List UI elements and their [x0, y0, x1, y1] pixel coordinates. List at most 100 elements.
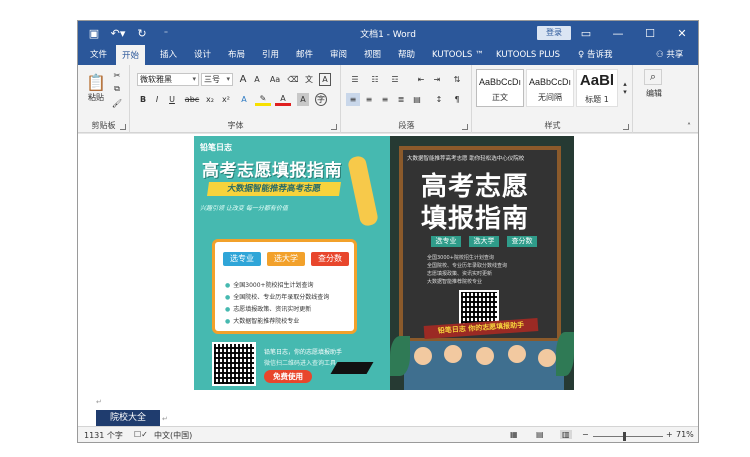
font-launcher-icon[interactable] [331, 124, 337, 130]
editing-group: ⌕ 编辑 [634, 65, 674, 133]
clear-format-icon[interactable]: ⌫ [287, 73, 299, 86]
align-left-icon[interactable]: ≡ [346, 93, 360, 106]
share-button[interactable]: ⚇ 共享 [650, 45, 689, 65]
tab-design[interactable]: 设计 [188, 45, 217, 65]
bold-button[interactable]: B [137, 93, 149, 106]
minimize-icon[interactable]: — [602, 21, 634, 45]
tab-home[interactable]: 开始 [116, 45, 146, 65]
strikethrough-button[interactable]: abc [183, 93, 201, 106]
grow-font-button[interactable]: A [237, 73, 249, 86]
word-count[interactable]: 1131 个字 [84, 430, 123, 441]
editing-button[interactable]: 编辑 [640, 87, 668, 99]
underline-button[interactable]: U [165, 93, 179, 106]
decrease-indent-icon[interactable]: ⇤ [414, 73, 428, 86]
subscript-button[interactable]: x₂ [203, 93, 217, 106]
copy-icon[interactable]: ⧉ [110, 83, 124, 95]
italic-button[interactable]: I [151, 93, 163, 106]
doc-tag-box[interactable]: 院校大全 [96, 410, 160, 426]
proofing-icon[interactable]: ☐✓ [134, 430, 148, 439]
text-effects-icon[interactable]: A [237, 93, 251, 106]
format-painter-icon[interactable]: 🖌 [110, 97, 124, 109]
zoom-out-icon[interactable]: − [582, 430, 589, 439]
status-bar: 1131 个字 ☐✓ 中文(中国) ▦ ▤ ▥ − + 71% [78, 426, 698, 442]
clipboard-icon: 📋 [86, 73, 106, 92]
poster-image[interactable]: 铅笔日志 高考志愿填报指南 大数据智能推荐高考志愿 兴趣引领 让改变 每一分都有… [194, 136, 574, 390]
font-color-icon[interactable]: A [275, 93, 291, 106]
align-center-icon[interactable]: ≡ [362, 93, 376, 106]
word-window: ▣ ↶▾ ↻ ⁼ 文档1 - Word 登录 ▭ — ☐ ✕ 文件 开始 插入 … [77, 20, 699, 443]
web-layout-icon[interactable]: ▥ [560, 430, 572, 439]
justify-icon[interactable]: ≣ [394, 93, 408, 106]
read-mode-icon[interactable]: ▦ [510, 430, 518, 439]
paragraph-launcher-icon[interactable] [462, 124, 468, 130]
styles-scroll-icon[interactable]: ▴ ▾ [620, 69, 630, 107]
poster-handwriting: 兴趣引领 让改变 每一分都有价值 [200, 205, 288, 212]
ribbon-display-options-icon[interactable]: ▭ [570, 21, 602, 45]
multilevel-list-icon[interactable]: ☲ [386, 73, 404, 86]
font-name-dropdown[interactable]: 微软雅黑 [137, 73, 199, 86]
tab-review[interactable]: 审阅 [324, 45, 353, 65]
increase-indent-icon[interactable]: ⇥ [430, 73, 444, 86]
zoom-in-icon[interactable]: + [666, 430, 673, 439]
leaf-decoration [390, 336, 410, 376]
print-layout-icon[interactable]: ▤ [536, 430, 544, 439]
phonetic-guide-icon[interactable]: 文 [303, 73, 315, 86]
styles-launcher-icon[interactable] [623, 124, 629, 130]
document-area[interactable]: 铅笔日志 高考志愿填报指南 大数据智能推荐高考志愿 兴趣引领 让改变 每一分都有… [78, 134, 698, 426]
clipboard-launcher-icon[interactable] [120, 124, 126, 130]
tab-help[interactable]: 帮助 [392, 45, 421, 65]
numbering-icon[interactable]: ☷ [366, 73, 384, 86]
ribbon: 📋 粘贴 ✂ ⧉ 🖌 剪贴板 微软雅黑 三号 A A Aa ⌫ 文 A B I … [78, 65, 698, 133]
tab-references[interactable]: 引用 [256, 45, 285, 65]
style-heading-1[interactable]: AaBl 标题 1 [576, 69, 618, 107]
collapse-ribbon-icon[interactable]: ˄ [684, 121, 694, 131]
font-size-dropdown[interactable]: 三号 [201, 73, 233, 86]
superscript-button[interactable]: x² [219, 93, 233, 106]
tab-layout[interactable]: 布局 [222, 45, 251, 65]
enclose-char-icon[interactable]: 字 [315, 93, 327, 106]
zoom-level[interactable]: 71% [676, 430, 694, 439]
line-spacing-icon[interactable]: ↕ [430, 93, 448, 106]
cut-icon[interactable]: ✂ [110, 69, 124, 81]
poster-subtitle-left: 大数据智能推荐高考志愿 [207, 182, 341, 196]
style-no-spacing[interactable]: AaBbCcDı 无间隔 [526, 69, 574, 107]
poster-left-panel: 铅笔日志 高考志愿填报指南 大数据智能推荐高考志愿 兴趣引领 让改变 每一分都有… [194, 136, 390, 390]
paste-button[interactable]: 📋 粘贴 [84, 69, 108, 107]
tab-insert[interactable]: 插入 [154, 45, 183, 65]
style-normal[interactable]: AaBbCcDı 正文 [476, 69, 524, 107]
zoom-slider-thumb[interactable] [623, 432, 626, 441]
tab-kutools-plus[interactable]: KUTOOLS PLUS [490, 45, 566, 65]
align-right-icon[interactable]: ≡ [378, 93, 392, 106]
zoom-slider[interactable] [593, 436, 663, 437]
tab-file[interactable]: 文件 [84, 45, 113, 65]
poster-feature-card: 选专业 选大学 查分数 全国3000+院校招生计划查询 全国院校、专业历年录取分… [212, 239, 357, 334]
poster-use-button: 免费使用 [264, 370, 312, 383]
shrink-font-button[interactable]: A [251, 73, 263, 86]
bullets-icon[interactable]: ☰ [346, 73, 364, 86]
char-border-icon[interactable]: A [319, 73, 331, 86]
sort-icon[interactable]: ⇅ [448, 73, 466, 86]
search-icon[interactable]: ⌕ [644, 69, 662, 85]
close-icon[interactable]: ✕ [666, 21, 698, 45]
tell-me-search[interactable]: ♀ 告诉我 [572, 45, 618, 65]
poster-right-pill-3: 查分数 [507, 236, 537, 247]
highlight-color-icon[interactable]: ✎ [255, 93, 271, 106]
poster-title-left: 高考志愿填报指南 [202, 161, 342, 181]
maximize-icon[interactable]: ☐ [634, 21, 666, 45]
poster-feature-2: 全国院校、专业历年录取分数线查询 [225, 292, 329, 301]
tab-view[interactable]: 视图 [358, 45, 387, 65]
language-indicator[interactable]: 中文(中国) [154, 430, 192, 441]
poster-right-title-2: 填报指南 [421, 204, 530, 234]
tab-kutools[interactable]: KUTOOLS ™ [426, 45, 489, 65]
show-marks-icon[interactable]: ¶ [448, 93, 466, 106]
paragraph-group: ☰ ☷ ☲ ⇤ ⇥ ≡ ≡ ≡ ≣ ▤ ↕ ⇅ ¶ 段落 [342, 65, 472, 133]
poster-feature-3: 志愿填报政策、资讯实时更新 [225, 304, 311, 313]
login-button[interactable]: 登录 [537, 26, 571, 40]
paragraph-mark-2: ↵ [162, 415, 168, 423]
tab-mailings[interactable]: 邮件 [290, 45, 319, 65]
char-shading-icon[interactable]: A [297, 93, 309, 106]
poster-pill-score: 查分数 [311, 252, 349, 266]
poster-right-pill-1: 选专业 [431, 236, 461, 247]
distributed-icon[interactable]: ▤ [410, 93, 424, 106]
change-case-button[interactable]: Aa [267, 73, 283, 86]
